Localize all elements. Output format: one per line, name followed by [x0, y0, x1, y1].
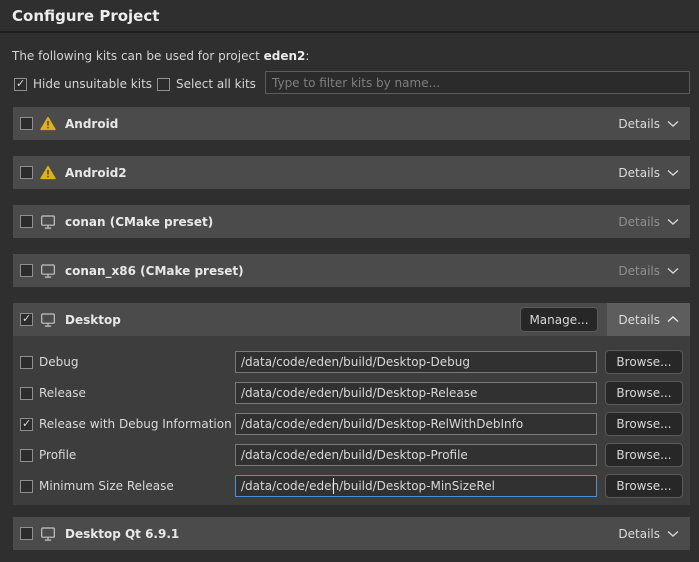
filter-kits-input[interactable]: [265, 71, 690, 94]
kit-row-desktop-qt-691[interactable]: Desktop Qt 6.9.1 Details: [13, 517, 690, 550]
build-config-row-profile: Profile Browse...: [13, 443, 690, 467]
config-label: Profile: [39, 448, 76, 462]
kit-details-button[interactable]: Details: [607, 254, 690, 287]
kit-name: Android: [65, 117, 118, 131]
kit-name: Desktop: [65, 313, 121, 327]
checkbox-icon[interactable]: [157, 78, 170, 91]
build-dir-field-wrap: [235, 382, 597, 404]
chevron-down-icon: [667, 168, 679, 177]
text-cursor: [333, 478, 334, 494]
kit-checkbox[interactable]: [20, 527, 33, 540]
kit-row-conan[interactable]: conan (CMake preset) Details: [13, 205, 690, 238]
kit-details-button[interactable]: Details: [607, 517, 690, 550]
kit-checkbox[interactable]: [20, 166, 33, 179]
browse-button[interactable]: Browse...: [605, 412, 683, 436]
kit-name: Android2: [65, 166, 127, 180]
kit-name: conan_x86 (CMake preset): [65, 264, 244, 278]
build-dir-field-wrap: [235, 444, 597, 466]
kit-row-desktop[interactable]: Desktop Manage... Details: [13, 303, 690, 336]
checkbox-icon[interactable]: [14, 78, 27, 91]
build-dir-input[interactable]: [235, 351, 597, 373]
manage-kits-button[interactable]: Manage...: [520, 307, 598, 332]
title-separator: [0, 31, 699, 33]
kit-name: conan (CMake preset): [65, 215, 213, 229]
build-dir-input[interactable]: [235, 444, 597, 466]
build-config-row-relwithdebinfo: Release with Debug Information Browse...: [13, 412, 690, 436]
kit-row-android[interactable]: Android Details: [13, 107, 690, 140]
kit-checkbox[interactable]: [20, 264, 33, 277]
warning-icon: [40, 165, 56, 180]
build-dir-field-wrap: [235, 413, 597, 435]
build-dir-input[interactable]: [235, 413, 597, 435]
chevron-down-icon: [667, 217, 679, 226]
build-config-row-debug: Debug Browse...: [13, 350, 690, 374]
kit-details-button[interactable]: Details: [607, 107, 690, 140]
kits-info-prefix: The following kits can be used for proje…: [12, 49, 264, 63]
chevron-down-icon: [667, 529, 679, 538]
config-label: Release with Debug Information: [39, 417, 232, 431]
build-dir-field-wrap: [235, 351, 597, 373]
build-dir-field-wrap: [235, 475, 597, 497]
browse-button[interactable]: Browse...: [605, 350, 683, 374]
chevron-up-icon: [667, 315, 679, 324]
select-all-kits-checkbox[interactable]: Select all kits: [157, 77, 256, 91]
kits-info-text: The following kits can be used for proje…: [12, 49, 309, 63]
config-label: Debug: [39, 355, 78, 369]
kit-row-android2[interactable]: Android2 Details: [13, 156, 690, 189]
config-label: Minimum Size Release: [39, 479, 174, 493]
kit-details-button[interactable]: Details: [607, 156, 690, 189]
warning-icon: [40, 116, 56, 131]
config-checkbox[interactable]: [20, 480, 33, 493]
select-all-kits-label: Select all kits: [176, 77, 256, 91]
details-label: Details: [618, 264, 660, 278]
config-label: Release: [39, 386, 86, 400]
project-name: eden2: [264, 49, 306, 63]
build-config-row-minsizerel: Minimum Size Release Browse...: [13, 474, 690, 498]
kits-info-suffix: :: [305, 49, 309, 63]
kit-details-button[interactable]: Details: [607, 303, 690, 336]
chevron-down-icon: [667, 119, 679, 128]
build-dir-input[interactable]: [235, 382, 597, 404]
build-dir-input[interactable]: [235, 475, 597, 497]
config-checkbox[interactable]: [20, 387, 33, 400]
details-label: Details: [618, 117, 660, 131]
hide-unsuitable-kits-label: Hide unsuitable kits: [33, 77, 152, 91]
hide-unsuitable-kits-checkbox[interactable]: Hide unsuitable kits: [14, 77, 152, 91]
desktop-icon: [40, 214, 56, 230]
desktop-icon: [40, 263, 56, 279]
kit-checkbox[interactable]: [20, 313, 33, 326]
config-checkbox[interactable]: [20, 449, 33, 462]
details-label: Details: [618, 215, 660, 229]
build-config-row-release: Release Browse...: [13, 381, 690, 405]
chevron-down-icon: [667, 266, 679, 275]
kit-name: Desktop Qt 6.9.1: [65, 527, 179, 541]
config-checkbox[interactable]: [20, 418, 33, 431]
configure-project-page: Configure Project The following kits can…: [0, 0, 699, 562]
kit-checkbox[interactable]: [20, 215, 33, 228]
kit-row-conan-x86[interactable]: conan_x86 (CMake preset) Details: [13, 254, 690, 287]
details-label: Details: [618, 313, 660, 327]
page-title: Configure Project: [12, 7, 159, 25]
config-checkbox[interactable]: [20, 356, 33, 369]
browse-button[interactable]: Browse...: [605, 474, 683, 498]
kit-checkbox[interactable]: [20, 117, 33, 130]
browse-button[interactable]: Browse...: [605, 443, 683, 467]
details-label: Details: [618, 527, 660, 541]
desktop-icon: [40, 312, 56, 328]
kit-details-button[interactable]: Details: [607, 205, 690, 238]
desktop-icon: [40, 526, 56, 542]
details-label: Details: [618, 166, 660, 180]
desktop-kit-details-panel: Debug Browse... Release Browse... Releas…: [13, 336, 690, 505]
browse-button[interactable]: Browse...: [605, 381, 683, 405]
